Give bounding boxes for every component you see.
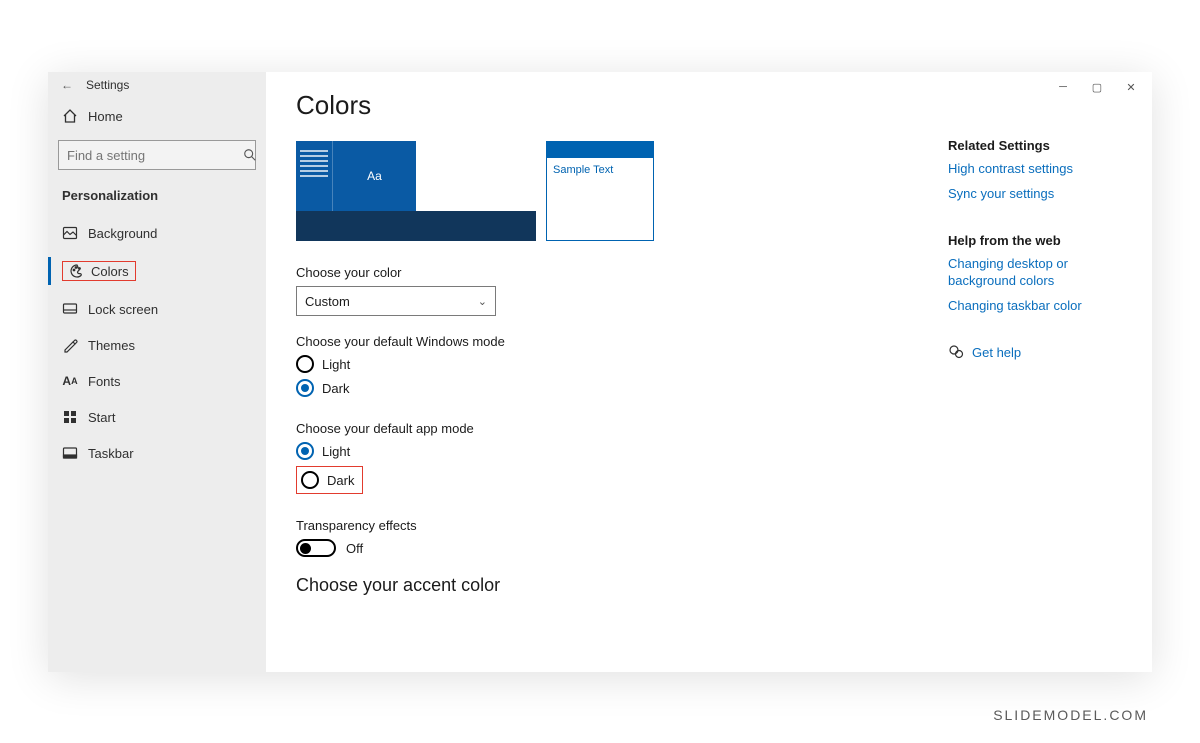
preview-start-menu: Aa <box>296 141 416 211</box>
chevron-down-icon: ⌄ <box>478 295 487 308</box>
toggle-state: Off <box>346 541 363 556</box>
radio-label: Dark <box>327 473 354 488</box>
preview-window: Sample Text <box>546 141 654 241</box>
radio-label: Light <box>322 357 350 372</box>
transparency-label: Transparency effects <box>296 518 1122 533</box>
settings-window: ─ ▢ ✕ ← Settings Home Personalization <box>48 72 1152 672</box>
sidebar-item-themes[interactable]: Themes <box>48 327 266 363</box>
sidebar-item-label: Lock screen <box>88 302 158 317</box>
sidebar-item-fonts[interactable]: AA Fonts <box>48 363 266 399</box>
choose-color-dropdown[interactable]: Custom ⌄ <box>296 286 496 316</box>
search-input[interactable] <box>67 148 243 163</box>
sidebar-item-label: Taskbar <box>88 446 134 461</box>
get-help-link[interactable]: Get help <box>948 344 1128 360</box>
lockscreen-icon <box>62 301 78 317</box>
start-icon <box>62 409 78 425</box>
link-high-contrast[interactable]: High contrast settings <box>948 161 1128 178</box>
taskbar-icon <box>62 445 78 461</box>
sidebar-item-taskbar[interactable]: Taskbar <box>48 435 266 471</box>
highlight-box: Dark <box>296 466 363 494</box>
preview-desktop: Aa <box>296 141 536 241</box>
sidebar-item-home[interactable]: Home <box>48 98 266 134</box>
help-heading: Help from the web <box>948 233 1128 248</box>
app-mode-dark[interactable]: Dark <box>296 466 1122 494</box>
back-button[interactable]: ← <box>58 78 76 92</box>
window-title: Settings <box>86 78 129 92</box>
fonts-icon: AA <box>62 373 78 389</box>
sidebar: ← Settings Home Personalization Bac <box>48 72 266 672</box>
windows-mode-dark[interactable]: Dark <box>296 379 1122 397</box>
palette-icon <box>69 263 85 279</box>
sidebar-item-label: Home <box>88 109 123 124</box>
main-content: Colors Aa Sample Text Choose your color … <box>266 72 1152 672</box>
radio-icon <box>296 355 314 373</box>
app-mode-light[interactable]: Light <box>296 442 1122 460</box>
sidebar-item-label: Fonts <box>88 374 121 389</box>
titlebar: ← Settings <box>48 72 266 98</box>
transparency-toggle-row: Off <box>296 539 1122 557</box>
themes-icon <box>62 337 78 353</box>
sidebar-item-start[interactable]: Start <box>48 399 266 435</box>
search-box[interactable] <box>58 140 256 170</box>
sidebar-section: Personalization <box>48 184 266 215</box>
get-help-label: Get help <box>972 345 1021 360</box>
home-icon <box>62 108 78 124</box>
radio-label: Dark <box>322 381 349 396</box>
radio-icon <box>301 471 319 489</box>
dropdown-value: Custom <box>305 294 350 309</box>
sidebar-item-label: Themes <box>88 338 135 353</box>
transparency-toggle[interactable] <box>296 539 336 557</box>
preview-sample-text: Sample Text <box>547 158 653 182</box>
link-help-taskbar[interactable]: Changing taskbar color <box>948 298 1128 315</box>
search-icon <box>243 148 257 162</box>
radio-label: Light <box>322 444 350 459</box>
highlight-box: Colors <box>62 261 136 281</box>
accent-color-heading: Choose your accent color <box>296 575 1122 596</box>
sidebar-item-background[interactable]: Background <box>48 215 266 251</box>
sidebar-item-label: Start <box>88 410 115 425</box>
link-sync-settings[interactable]: Sync your settings <box>948 186 1128 203</box>
preview-taskbar <box>296 211 536 241</box>
related-panel: Related Settings High contrast settings … <box>948 138 1128 360</box>
sidebar-item-colors[interactable]: Colors <box>48 251 266 291</box>
related-heading: Related Settings <box>948 138 1128 153</box>
watermark: SLIDEMODEL.COM <box>993 707 1148 723</box>
help-icon <box>948 344 964 360</box>
radio-icon <box>296 442 314 460</box>
radio-icon <box>296 379 314 397</box>
sidebar-item-lockscreen[interactable]: Lock screen <box>48 291 266 327</box>
sidebar-item-label: Colors <box>91 264 129 279</box>
link-help-colors[interactable]: Changing desktop or background colors <box>948 256 1128 290</box>
preview-tile-text: Aa <box>332 141 416 211</box>
page-title: Colors <box>296 90 1122 121</box>
picture-icon <box>62 225 78 241</box>
sidebar-item-label: Background <box>88 226 157 241</box>
app-mode-label: Choose your default app mode <box>296 421 1122 436</box>
